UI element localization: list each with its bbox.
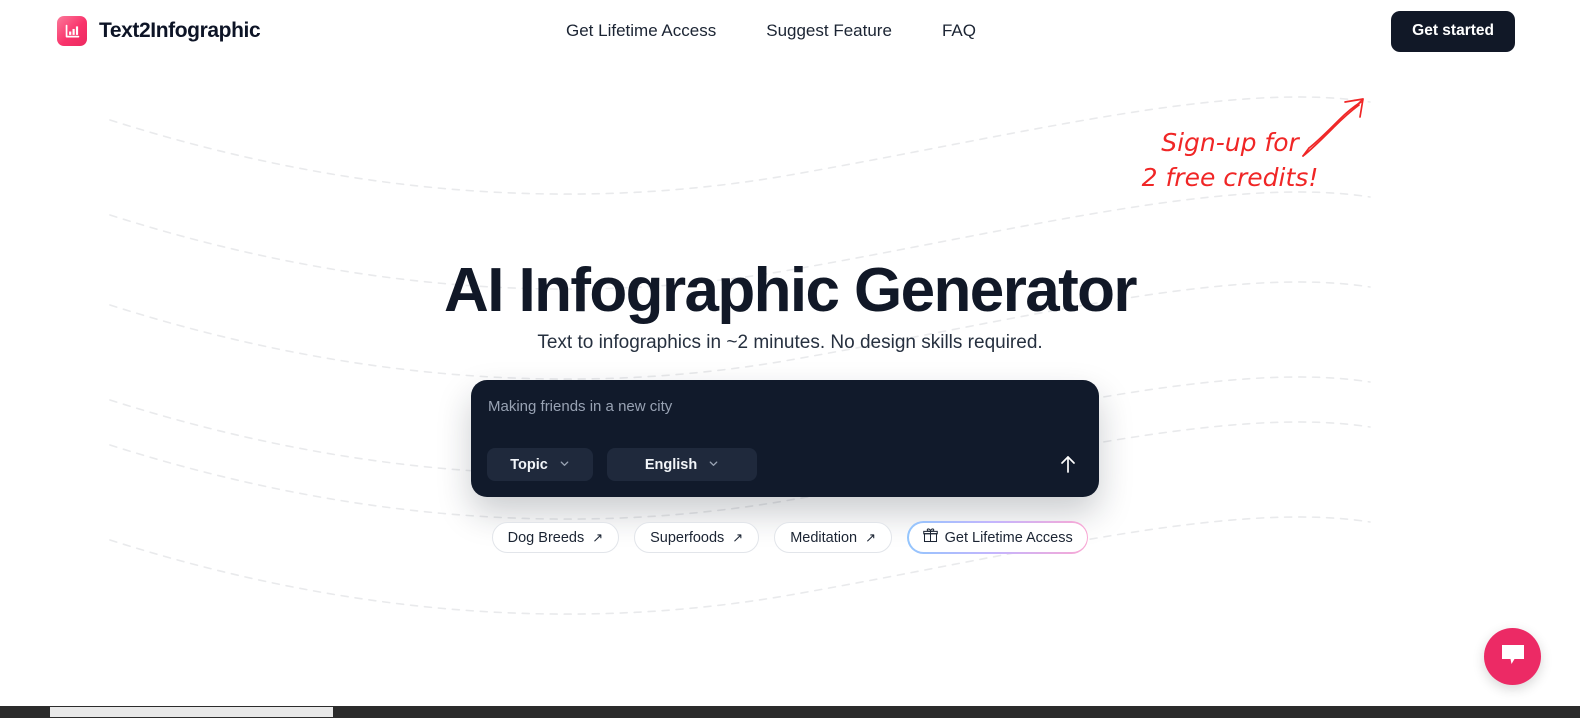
arrow-up-right-icon: ↗ (592, 529, 604, 545)
page-subtitle: Text to infographics in ~2 minutes. No d… (537, 332, 1043, 353)
chip-meditation[interactable]: Meditation ↗ (774, 522, 893, 553)
nav-link-get-lifetime-access[interactable]: Get Lifetime Access (566, 21, 716, 41)
brand-name: Text2Infographic (99, 19, 261, 42)
scrollbar-thumb[interactable] (50, 707, 333, 717)
chat-bubble-icon (1500, 643, 1526, 670)
arrow-up-right-icon: ↗ (865, 529, 877, 545)
curved-arrow-up-right-icon (1302, 98, 1364, 157)
arrow-up-right-icon: ↗ (732, 529, 744, 545)
prompt-controls: Topic English (487, 448, 757, 481)
chip-get-lifetime-access[interactable]: Get Lifetime Access (907, 521, 1089, 554)
chat-widget-button[interactable] (1484, 628, 1541, 685)
nav-link-faq[interactable]: FAQ (942, 21, 976, 41)
chip-label: Superfoods (650, 529, 725, 546)
submit-prompt-button[interactable] (1051, 448, 1085, 482)
chip-label: Dog Breeds (507, 529, 585, 546)
horizontal-scrollbar[interactable] (0, 706, 1580, 718)
get-started-button[interactable]: Get started (1391, 10, 1515, 52)
suggestion-chips: Dog Breeds ↗ Superfoods ↗ Meditation ↗ G… (0, 521, 1580, 554)
topic-dropdown[interactable]: Topic (487, 448, 593, 481)
prompt-input-card: Making friends in a new city Topic Engli… (471, 380, 1099, 497)
nav-link-suggest-feature[interactable]: Suggest Feature (766, 21, 892, 41)
language-dropdown[interactable]: English (607, 448, 757, 481)
chip-label: Get Lifetime Access (944, 529, 1073, 546)
chip-superfoods[interactable]: Superfoods ↗ (634, 522, 760, 553)
prompt-input[interactable]: Making friends in a new city (488, 398, 672, 415)
site-header: Text2Infographic Get Lifetime Access Sug… (0, 0, 1580, 62)
chip-get-lifetime-access-inner: Get Lifetime Access (908, 522, 1087, 553)
main-navigation: Get Lifetime Access Suggest Feature FAQ (566, 21, 976, 41)
hero-section: AI Infographic Generator Text to infogra… (0, 255, 1580, 354)
chevron-down-icon (708, 457, 719, 473)
chip-label: Meditation (790, 529, 858, 546)
chevron-down-icon (559, 457, 570, 473)
topic-dropdown-label: Topic (510, 456, 548, 473)
brand-logo[interactable]: Text2Infographic (57, 16, 261, 46)
bar-chart-icon (57, 16, 87, 46)
page-title: AI Infographic Generator (444, 256, 1138, 325)
chip-dog-breeds[interactable]: Dog Breeds ↗ (491, 522, 620, 553)
arrow-up-icon (1058, 453, 1078, 478)
language-dropdown-label: English (644, 456, 698, 473)
gift-icon (922, 528, 938, 547)
